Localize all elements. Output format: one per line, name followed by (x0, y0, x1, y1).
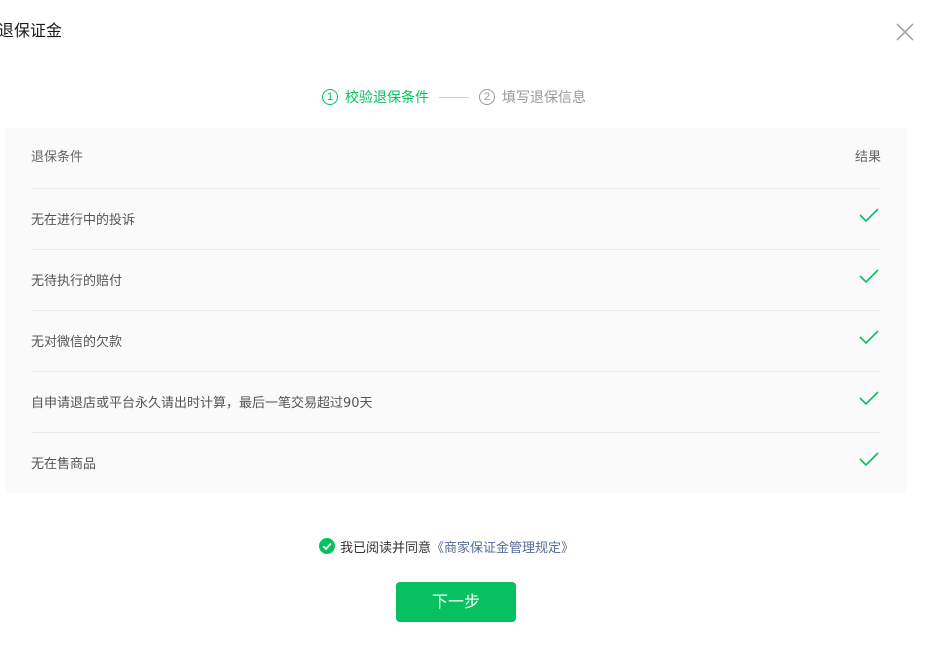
step-fill-info: 2 填写退保信息 (479, 87, 586, 107)
dialog-title: 退保证金 (0, 21, 63, 40)
agreement-link[interactable]: 《商家保证金管理规定》 (431, 537, 574, 556)
conditions-table: 退保条件 结果 无在进行中的投诉 无待执行的赔付 无对微信的欠款 自申请退店或平… (6, 128, 906, 494)
step-indicator: 1 校验退保条件 2 填写退保信息 (322, 86, 586, 108)
check-icon (859, 208, 879, 223)
condition-label: 无在售商品 (31, 457, 97, 472)
table-header: 退保条件 结果 (31, 128, 881, 189)
table-row: 无在进行中的投诉 (31, 189, 881, 250)
close-icon[interactable] (893, 20, 917, 44)
next-step-button[interactable]: 下一步 (396, 582, 516, 622)
agreement-checkbox[interactable] (319, 538, 335, 554)
condition-label: 无对微信的欠款 (31, 335, 123, 350)
column-header-condition: 退保条件 (31, 150, 84, 165)
close-button[interactable] (893, 20, 917, 44)
condition-label: 无在进行中的投诉 (31, 213, 136, 228)
agreement-row: 我已阅读并同意 《商家保证金管理规定》 (319, 536, 574, 556)
check-icon (859, 391, 879, 406)
condition-label: 自申请退店或平台永久请出时计算，最后一笔交易超过90天 (31, 396, 373, 411)
step-label: 填写退保信息 (502, 90, 586, 106)
agreement-text: 我已阅读并同意 (340, 540, 432, 556)
table-row: 自申请退店或平台永久请出时计算，最后一笔交易超过90天 (31, 372, 881, 433)
step-verify: 1 校验退保条件 (322, 87, 429, 107)
step-number: 1 (322, 89, 338, 105)
condition-label: 无待执行的赔付 (31, 274, 123, 289)
check-icon (859, 269, 879, 284)
step-number: 2 (479, 89, 495, 105)
step-divider (439, 96, 469, 98)
table-row: 无在售商品 (31, 433, 881, 494)
column-header-result: 结果 (854, 150, 881, 165)
check-icon (859, 330, 879, 345)
check-icon (859, 452, 879, 467)
table-row: 无待执行的赔付 (31, 250, 881, 311)
table-row: 无对微信的欠款 (31, 311, 881, 372)
step-label: 校验退保条件 (345, 90, 429, 106)
